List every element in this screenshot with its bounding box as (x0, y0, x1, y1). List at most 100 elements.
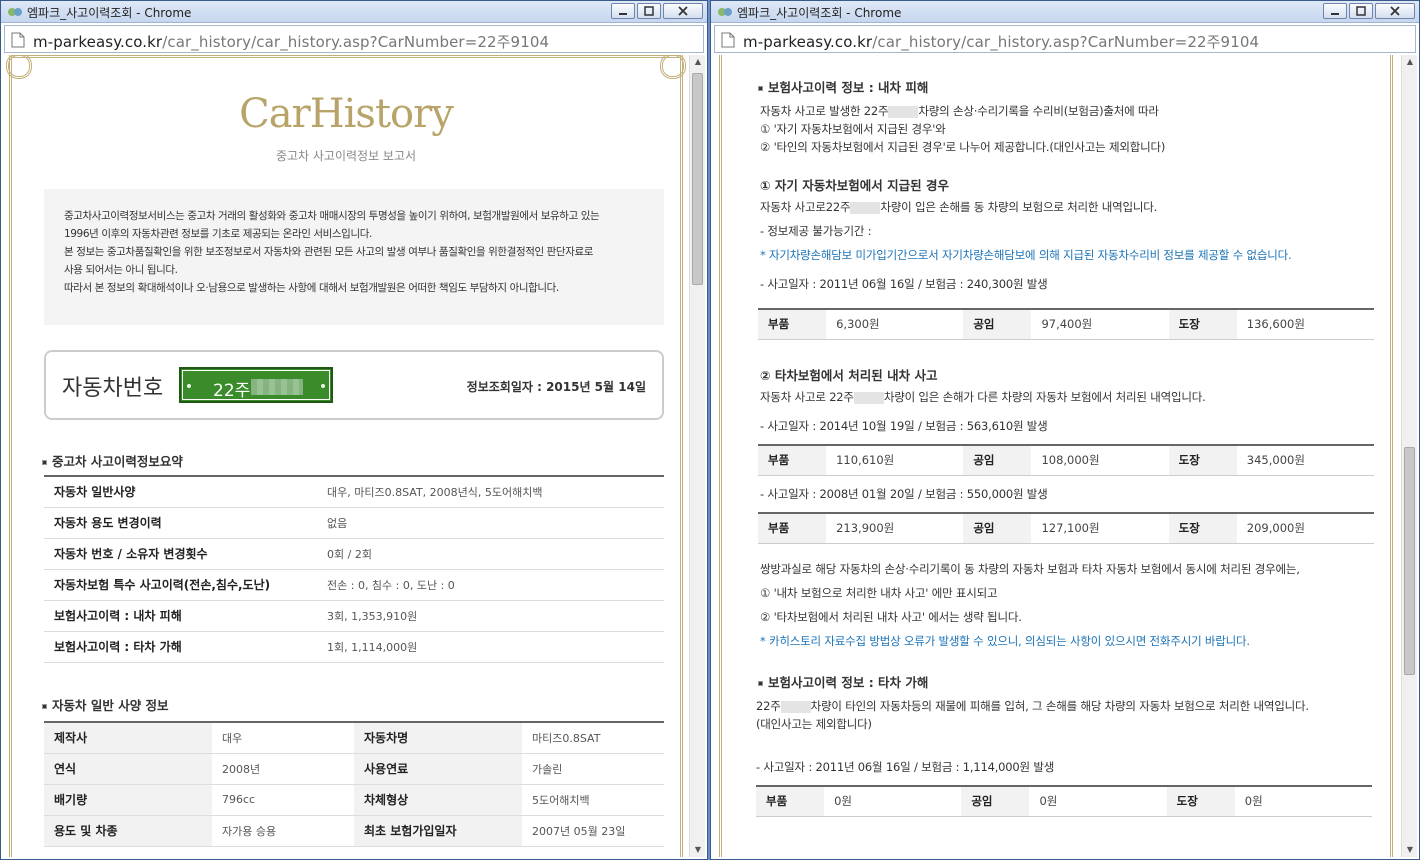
summary-value: 0회 / 2회 (317, 538, 664, 570)
spec-value: 2007년 05월 23일 (522, 815, 664, 847)
intro-notice: 중고차사고이력정보서비스는 중고차 거래의 활성화와 중고차 매매시장의 투명성… (44, 189, 664, 325)
vertical-scrollbar[interactable]: ▲ ▼ (689, 55, 705, 857)
cost-label: 도장 (1166, 786, 1235, 817)
page-viewport: 보험사고이력 정보 : 내차 피해 자동차 사고로 발생한 22주 차량의 손상·… (713, 55, 1401, 857)
maximize-icon (1356, 6, 1366, 16)
cost-value: 6,300원 (826, 309, 964, 340)
section-text: 자동차 사고로 22주 차량이 입은 손해가 다른 차량의 자동차 보험에서 처리… (760, 390, 1206, 404)
info-note: * 카히스토리 자료수집 방법상 오류가 발생할 수 있으니, 의심되는 사항이… (760, 634, 1250, 648)
intro-line: 중고차사고이력정보서비스는 중고차 거래의 활성화와 중고차 매매시장의 투명성… (64, 210, 600, 222)
summary-table: 자동차 일반사양 대우, 마티즈0.8SAT, 2008년식, 5도어해치백 자동… (44, 475, 664, 663)
cost-label: 공임 (963, 445, 1032, 476)
spec-table: 제작사 대우 자동차명 마티즈0.8SAT 연식 2008년 사용연료 가솔린 배기량 796… (44, 721, 664, 847)
section-text: 22주 차량이 타인의 자동차등의 재물에 피해를 입혀, 그 손해를 해당 차량… (756, 699, 1309, 713)
spec-value: 796cc (212, 784, 354, 816)
app-favicon-icon (718, 8, 732, 16)
address-bar[interactable]: m-parkeasy.co.kr/car_history/car_history… (714, 25, 1416, 53)
summary-key: 자동차 일반사양 (44, 476, 317, 508)
scroll-up-arrow-icon[interactable]: ▲ (690, 55, 706, 69)
vertical-scrollbar[interactable]: ▲ ▼ (1401, 55, 1417, 857)
plate-redaction (850, 201, 881, 214)
title-bar[interactable]: 엠파크_사고이력조회 - Chrome (1, 1, 707, 23)
section-text: (대인사고는 제외합니다) (756, 717, 872, 731)
close-icon (1390, 6, 1400, 16)
spec-key: 최초 보험가입일자 (354, 815, 522, 847)
spec-key: 연식 (44, 753, 212, 785)
spec-value: 5도어해치백 (522, 784, 664, 816)
spec-section-title: 자동차 일반 사양 정보 (42, 695, 169, 714)
spec-key: 사용연료 (354, 753, 522, 785)
plate-redaction (251, 379, 303, 395)
scroll-down-arrow-icon[interactable]: ▼ (690, 843, 706, 857)
cost-label: 공임 (961, 786, 1030, 817)
cost-label: 부품 (758, 445, 827, 476)
report-frame: 보험사고이력 정보 : 내차 피해 자동차 사고로 발생한 22주 차량의 손상·… (719, 55, 1393, 857)
spec-value: 2008년 (212, 753, 354, 785)
section-text: ② '타인의 자동차보험에서 지급된 경우'로 나누어 제공합니다.(대인사고는… (760, 140, 1166, 154)
spec-key: 차체형상 (354, 784, 522, 816)
url-text: m-parkeasy.co.kr/car_history/car_history… (743, 33, 1260, 51)
close-button[interactable] (1375, 3, 1415, 19)
cost-label: 도장 (1168, 445, 1237, 476)
plate-box: 자동차번호 22주 정보조회일자 : 2015년 5월 14일 (44, 350, 664, 420)
summary-key: 자동차보험 특수 사고이력(전손,침수,도난) (44, 569, 317, 601)
maximize-button[interactable] (1349, 3, 1373, 19)
summary-section-title: 중고차 사고이력정보요약 (42, 451, 183, 470)
bullet-square-icon (758, 86, 763, 91)
cost-value: 97,400원 (1031, 309, 1169, 340)
cost-label: 부품 (758, 513, 827, 544)
minimize-icon (619, 13, 627, 15)
spec-value: 대우 (212, 722, 354, 754)
summary-key: 보험사고이력 : 내차 피해 (44, 600, 317, 632)
cost-value: 136,600원 (1236, 309, 1374, 340)
maximize-icon (644, 6, 654, 16)
maximize-button[interactable] (637, 3, 661, 19)
scroll-up-arrow-icon[interactable]: ▲ (1402, 55, 1418, 69)
browser-window-right: 엠파크_사고이력조회 - Chrome m-parkeasy.co.kr/car… (710, 0, 1420, 860)
title-bar[interactable]: 엠파크_사고이력조회 - Chrome (711, 1, 1419, 23)
cost-table: 부품 110,610원 공임 108,000원 도장 345,000원 (758, 444, 1374, 476)
carhistory-logo: CarHistory (239, 91, 454, 137)
address-bar[interactable]: m-parkeasy.co.kr/car_history/car_history… (4, 25, 704, 53)
summary-key: 보험사고이력 : 타차 가해 (44, 631, 317, 663)
scroll-down-arrow-icon[interactable]: ▼ (1402, 843, 1418, 857)
spec-key: 제작사 (44, 722, 212, 754)
section-text: - 정보제공 불가능기간 : (760, 224, 872, 238)
table-row: 자동차 일반사양 대우, 마티즈0.8SAT, 2008년식, 5도어해치백 (44, 476, 664, 508)
plate-label: 자동차번호 (62, 376, 164, 401)
intro-line: 1996년 이후의 자동차관련 정보를 기초로 제공되는 온라인 서비스입니다. (64, 228, 372, 240)
cost-value: 209,000원 (1236, 513, 1374, 544)
table-row: 보험사고이력 : 내차 피해 3회, 1,353,910원 (44, 600, 664, 632)
section-text: 자동차 사고로 발생한 22주 차량의 손상·수리기록을 수리비(보험금)출처에 … (760, 104, 1159, 118)
scroll-thumb[interactable] (1404, 447, 1415, 675)
intro-line: 따라서 본 정보의 확대해석이나 오·남용으로 발생하는 사항에 대해서 보험개… (64, 282, 559, 294)
section-text: 자동차 사고로22주 차량이 입은 손해를 동 차량의 보험으로 처리한 내역입니… (760, 200, 1158, 214)
report-frame: CarHistory 중고차 사고이력정보 보고서 중고차사고이력정보서비스는 … (6, 55, 686, 857)
spec-value: 마티즈0.8SAT (522, 722, 664, 754)
cost-label: 부품 (756, 786, 825, 817)
accident-line: - 사고일자 : 2011년 06월 16일 / 보험금 : 1,114,000… (756, 760, 1055, 774)
spec-value: 자가용 승용 (212, 815, 354, 847)
table-row: 부품 213,900원 공임 127,100원 도장 209,000원 (758, 513, 1374, 544)
section-text: ① '자기 자동차보험에서 지급된 경우'와 (760, 122, 946, 136)
table-row: 부품 110,610원 공임 108,000원 도장 345,000원 (758, 445, 1374, 476)
page-viewport: CarHistory 중고차 사고이력정보 보고서 중고차사고이력정보서비스는 … (3, 55, 689, 857)
other-insurance-subtitle: ② 타차보험에서 처리된 내차 사고 (760, 368, 938, 383)
cost-value: 0원 (824, 786, 962, 817)
table-row: 배기량 796cc 차체형상 5도어해치백 (44, 784, 664, 816)
intro-line: 본 정보는 중고차품질확인을 위한 보조정보로서 자동차와 관련된 모든 사고의… (64, 246, 593, 258)
cost-value: 108,000원 (1031, 445, 1169, 476)
minimize-button[interactable] (1323, 3, 1347, 19)
section-text: 쌍방과실로 해당 자동차의 손상·수리기록이 동 차량의 자동차 보험과 타차 … (760, 562, 1300, 576)
table-row: 자동차 용도 변경이력 없음 (44, 507, 664, 539)
plate-number: 22주 (213, 381, 251, 401)
info-note: * 자기차량손해담보 미가입기간으로서 자기차량손해담보에 의해 지급된 자동차… (760, 248, 1292, 262)
minimize-button[interactable] (611, 3, 635, 19)
close-button[interactable] (663, 3, 703, 19)
table-row: 제작사 대우 자동차명 마티즈0.8SAT (44, 722, 664, 754)
plate-redaction (888, 105, 919, 118)
summary-key: 자동차 용도 변경이력 (44, 507, 317, 539)
section-text: ② '타차보험에서 처리된 내차 사고' 에서는 생략 됩니다. (760, 610, 1022, 624)
scroll-thumb[interactable] (692, 73, 703, 285)
cost-table: 부품 213,900원 공임 127,100원 도장 209,000원 (758, 512, 1374, 544)
